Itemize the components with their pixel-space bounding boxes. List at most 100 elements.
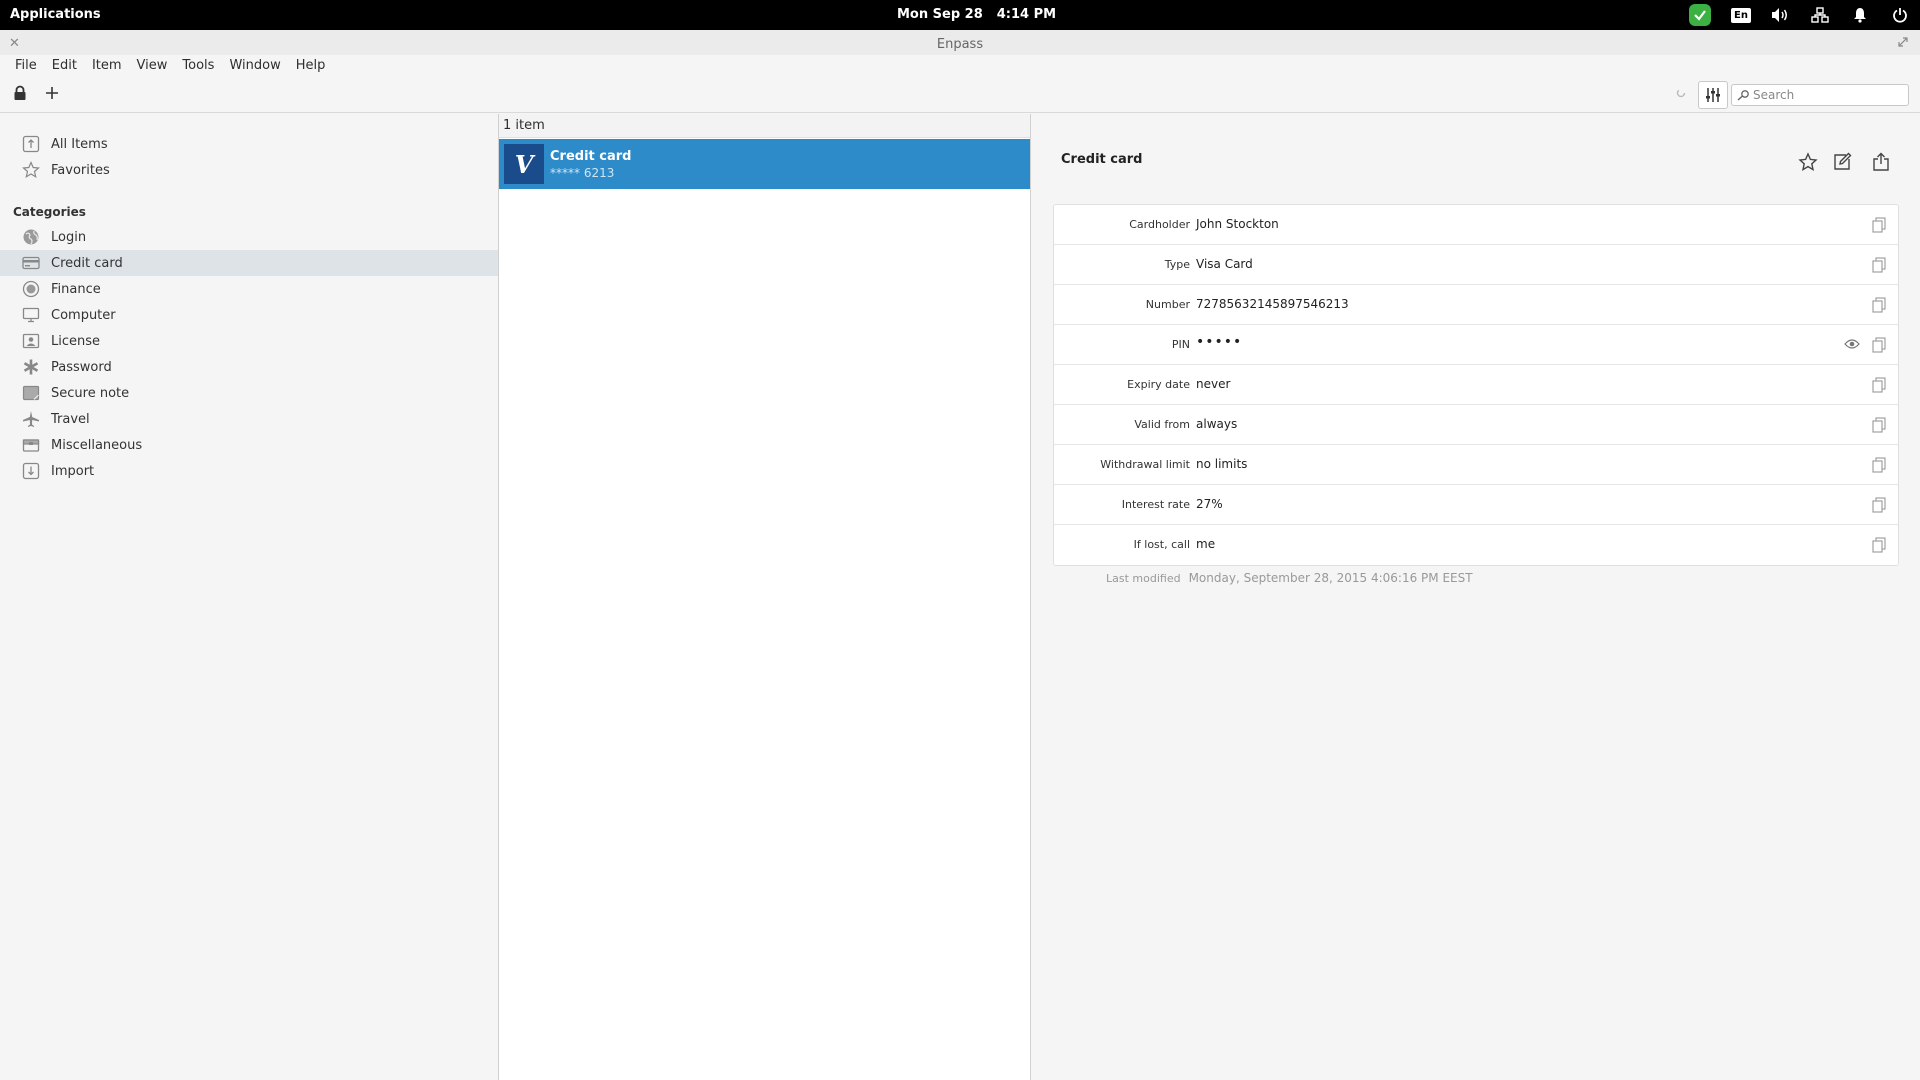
filter-button[interactable] — [1698, 81, 1728, 109]
computer-icon — [22, 306, 40, 324]
star-icon — [22, 161, 40, 179]
item-count: 1 item — [499, 114, 1030, 138]
sidebar-item-label: Favorites — [51, 162, 110, 178]
sidebar-item-computer[interactable]: Computer — [0, 302, 498, 328]
edit-icon — [1834, 152, 1852, 170]
eye-icon[interactable] — [1844, 338, 1860, 350]
share-button[interactable] — [1869, 150, 1893, 174]
field-value-masked[interactable]: ••••• — [1196, 334, 1242, 350]
list-item-name: Credit card — [550, 148, 632, 164]
applications-menu[interactable]: Applications — [10, 7, 101, 22]
copy-icon[interactable] — [1872, 337, 1886, 353]
copy-icon[interactable] — [1872, 257, 1886, 273]
field-label: Valid from — [1134, 418, 1190, 431]
clock[interactable]: Mon Sep 28 4:14 PM — [897, 7, 1070, 22]
menu-help[interactable]: Help — [291, 55, 331, 77]
box-icon — [22, 436, 40, 454]
item-list-pane: 1 item V Credit card ***** 6213 — [499, 114, 1031, 1080]
sidebar-item-label: License — [51, 333, 101, 349]
field-value[interactable]: always — [1196, 417, 1237, 431]
field-value[interactable]: Visa Card — [1196, 257, 1253, 271]
visa-logo: V — [504, 144, 544, 184]
field-row-expiry-date: Expiry date never — [1054, 365, 1898, 405]
sidebar-item-label: Import — [51, 463, 95, 479]
lock-button[interactable] — [13, 85, 27, 101]
last-modified-value: Monday, September 28, 2015 4:06:16 PM EE… — [1188, 571, 1473, 585]
share-icon — [1873, 152, 1889, 171]
item-title: Credit card — [1061, 152, 1143, 167]
plus-icon — [46, 87, 58, 99]
menu-item[interactable]: Item — [87, 55, 127, 77]
sidebar-item-license[interactable]: License — [0, 328, 498, 354]
keyboard-layout-indicator[interactable]: En — [1730, 3, 1752, 27]
field-value[interactable]: no limits — [1196, 457, 1247, 471]
field-value[interactable]: me — [1196, 537, 1215, 551]
copy-icon[interactable] — [1872, 417, 1886, 433]
menu-tools[interactable]: Tools — [177, 55, 219, 77]
field-label: Expiry date — [1127, 378, 1190, 391]
enpass-tray-icon[interactable] — [1688, 3, 1712, 27]
field-value[interactable]: 72785632145897546213 — [1196, 297, 1349, 311]
star-icon — [1798, 152, 1818, 172]
field-value[interactable]: 27% — [1196, 497, 1223, 511]
license-icon — [22, 332, 40, 350]
copy-icon[interactable] — [1872, 537, 1886, 553]
sidebar-item-credit-card[interactable]: Credit card — [0, 250, 498, 276]
copy-icon[interactable] — [1872, 297, 1886, 313]
system-top-bar: Applications Mon Sep 28 4:14 PM En — [0, 0, 1920, 30]
clock-time: 4:14 PM — [996, 7, 1057, 22]
sidebar-item-favorites[interactable]: Favorites — [0, 157, 498, 183]
search-box[interactable] — [1731, 84, 1909, 106]
field-row-interest-rate: Interest rate 27% — [1054, 485, 1898, 525]
edit-button[interactable] — [1830, 150, 1854, 174]
add-item-button[interactable] — [44, 85, 60, 101]
notifications-bell-icon[interactable] — [1848, 3, 1872, 27]
list-item-subtitle: ***** 6213 — [550, 165, 615, 180]
menu-window[interactable]: Window — [224, 55, 285, 77]
last-modified: Last modified Monday, September 28, 2015 … — [1106, 571, 1473, 585]
finance-icon — [22, 280, 40, 298]
window-title-bar: ✕ Enpass — [0, 30, 1920, 58]
copy-icon[interactable] — [1872, 377, 1886, 393]
sidebar-item-import[interactable]: Import — [0, 458, 498, 484]
search-input[interactable] — [1753, 88, 1903, 102]
credit-card-icon — [22, 254, 40, 272]
sidebar-item-login[interactable]: Login — [0, 224, 498, 250]
note-icon — [22, 384, 40, 402]
list-item-text: Credit card ***** 6213 — [550, 148, 631, 181]
field-row-type: Type Visa Card — [1054, 245, 1898, 285]
field-value[interactable]: John Stockton — [1196, 217, 1279, 231]
globe-icon — [22, 228, 40, 246]
menu-edit[interactable]: Edit — [47, 55, 82, 77]
window-title: Enpass — [936, 37, 984, 52]
sidebar-item-finance[interactable]: Finance — [0, 276, 498, 302]
sidebar-item-travel[interactable]: Travel — [0, 406, 498, 432]
copy-icon[interactable] — [1872, 457, 1886, 473]
all-items-icon — [22, 135, 40, 153]
sidebar-item-label: All Items — [51, 136, 108, 152]
sidebar-item-label: Travel — [51, 411, 90, 427]
copy-icon[interactable] — [1872, 217, 1886, 233]
volume-icon[interactable] — [1768, 3, 1792, 27]
airplane-icon — [22, 410, 40, 428]
field-value[interactable]: never — [1196, 377, 1230, 391]
sidebar-item-miscellaneous[interactable]: Miscellaneous — [0, 432, 498, 458]
list-item[interactable]: V Credit card ***** 6213 — [499, 139, 1030, 189]
field-row-cardholder: Cardholder John Stockton — [1054, 205, 1898, 245]
sidebar-item-password[interactable]: Password — [0, 354, 498, 380]
power-icon[interactable] — [1888, 3, 1912, 27]
menu-view[interactable]: View — [132, 55, 173, 77]
sidebar-item-secure-note[interactable]: Secure note — [0, 380, 498, 406]
favorite-button[interactable] — [1796, 150, 1820, 174]
restore-window-icon[interactable] — [1898, 37, 1908, 47]
keyboard-layout-label: En — [1731, 7, 1751, 23]
sidebar-item-label: Secure note — [51, 385, 130, 401]
field-row-if-lost-call: If lost, call me — [1054, 525, 1898, 565]
menu-file[interactable]: File — [10, 55, 42, 77]
sidebar-item-label: Credit card — [51, 255, 123, 271]
sidebar-item-all-items[interactable]: All Items — [0, 131, 498, 157]
copy-icon[interactable] — [1872, 497, 1886, 513]
field-row-withdrawal-limit: Withdrawal limit no limits — [1054, 445, 1898, 485]
network-icon[interactable] — [1808, 3, 1832, 27]
field-label: Number — [1145, 298, 1190, 311]
